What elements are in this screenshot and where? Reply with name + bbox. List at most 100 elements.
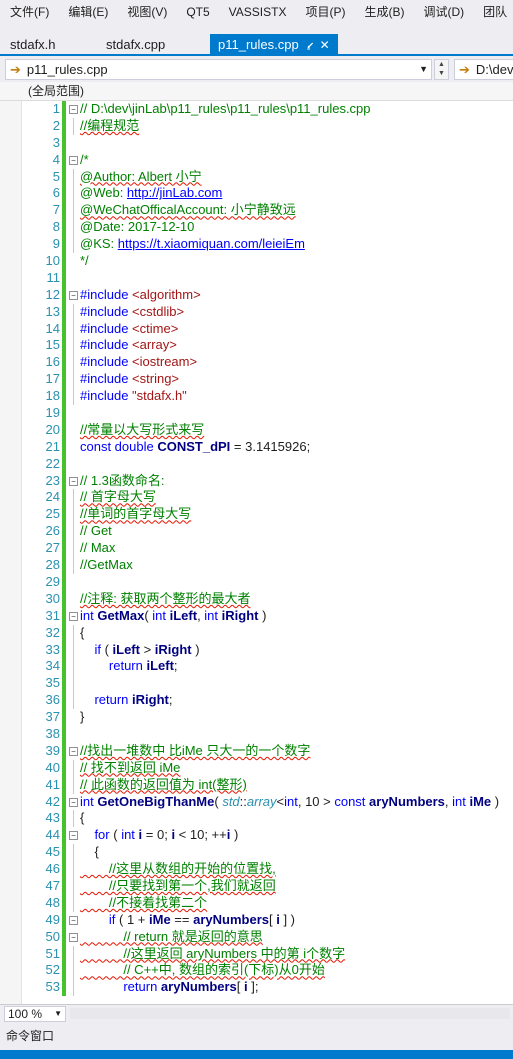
code-line[interactable]: 22 — [22, 455, 513, 473]
code-line[interactable]: 20 //常量以大写形式来写 — [22, 421, 513, 439]
scope-bar[interactable]: (全局范围) — [0, 82, 513, 101]
code-line[interactable]: 31− int GetMax( int iLeft, int iRight ) — [22, 607, 513, 625]
path-dropdown[interactable]: ➔ D:\dev — [454, 59, 513, 80]
outline-guide — [73, 962, 74, 980]
code-line[interactable]: 27 // Max — [22, 540, 513, 558]
code-line[interactable]: 10 */ — [22, 253, 513, 270]
code-line[interactable]: 41 // 此函数的返回值为 int(整形) — [22, 776, 513, 794]
code-line[interactable]: 40 // 找不到返回 iMe — [22, 759, 513, 777]
code-token: ) — [491, 793, 500, 809]
collapse-icon[interactable]: − — [69, 746, 78, 756]
collapse-icon[interactable]: − — [69, 831, 78, 841]
tab-stdafx-h[interactable]: stdafx.h — [2, 34, 64, 55]
code-line[interactable]: 16 #include <iostream> — [22, 354, 513, 372]
code-line[interactable]: 32 { — [22, 624, 513, 642]
code-line[interactable]: 9 @KS: https://t.xiaomiquan.com/leieiEm — [22, 236, 513, 254]
chevron-down-icon[interactable]: ▼ — [435, 69, 448, 78]
code-line[interactable]: 38 — [22, 725, 513, 743]
code-line[interactable]: 24 // 首字母大写 — [22, 489, 513, 507]
code-line[interactable]: 50− // return 就是返回的意思 — [22, 928, 513, 946]
menu-item[interactable]: QT5 — [176, 0, 218, 24]
code-line[interactable]: 29 — [22, 573, 513, 591]
code-line[interactable]: 49− if ( 1 + iMe == aryNumbers[ i ] ) — [22, 911, 513, 929]
menu-item[interactable]: VASSISTX — [219, 0, 296, 24]
code-line[interactable]: 26 // Get — [22, 523, 513, 541]
code-line[interactable]: 48 //不接着找第二个 — [22, 894, 513, 912]
link-token[interactable]: http://jinLab.com — [127, 185, 222, 200]
chevron-up-icon[interactable]: ▲ — [435, 60, 448, 69]
code-line[interactable]: 13 #include <cstdlib> — [22, 303, 513, 321]
collapse-icon[interactable]: − — [69, 915, 78, 925]
tab-stdafx-cpp[interactable]: stdafx.cpp — [98, 34, 173, 55]
link-token[interactable]: https://t.xiaomiquan.com/leieiEm — [118, 236, 305, 251]
code-line[interactable]: 47 //只要找到第一个,我们就返回 — [22, 877, 513, 895]
collapse-icon[interactable]: − — [69, 290, 78, 300]
menu-item[interactable]: 团队 — [473, 0, 513, 24]
code-token: #include — [80, 286, 133, 302]
collapse-icon[interactable]: − — [69, 476, 78, 486]
code-line[interactable]: 36 return iRight; — [22, 692, 513, 710]
code-line[interactable]: 43 { — [22, 810, 513, 828]
code-token: = 3.1415926; — [230, 438, 311, 454]
menu-item[interactable]: 生成(B) — [354, 0, 413, 24]
menu-item[interactable]: 调试(D) — [413, 0, 473, 24]
collapse-icon[interactable]: − — [69, 611, 78, 621]
spinner-buttons[interactable]: ▲ ▼ — [434, 59, 449, 80]
code-editor[interactable]: 1−// D:\dev\jinLab\p11_rules\p11_rules\p… — [0, 101, 513, 1004]
code-line[interactable]: 19 — [22, 405, 513, 422]
code-line[interactable]: 37} — [22, 709, 513, 726]
code-line[interactable]: 5 @Author: Albert 小宁 — [22, 168, 513, 186]
code-line[interactable]: 51 //这里返回 aryNumbers 中的第 i个数字 — [22, 945, 513, 963]
code-line[interactable]: 6 @Web: http://jinLab.com — [22, 185, 513, 203]
change-bar — [62, 793, 66, 811]
code-token: int — [152, 607, 170, 623]
code-text: @KS: https://t.xiaomiquan.com/leieiEm — [80, 236, 305, 253]
code-line[interactable]: 52 // C++中, 数组的索引(下标)从0开始 — [22, 962, 513, 980]
code-line[interactable]: 17 #include <string> — [22, 371, 513, 389]
code-text: { — [80, 625, 84, 642]
code-line[interactable]: 3 — [22, 134, 513, 152]
code-line[interactable]: 2 //编程规范 — [22, 117, 513, 135]
tab-p11-rules-cpp[interactable]: p11_rules.cpp ⭹ ✕ — [210, 34, 338, 55]
collapse-icon[interactable]: − — [69, 932, 78, 942]
code-line[interactable]: 39−//找出一堆数中 比iMe 只大一的一个数字 — [22, 742, 513, 760]
code-token: #include — [80, 303, 133, 319]
code-line[interactable]: 1−// D:\dev\jinLab\p11_rules\p11_rules\p… — [22, 101, 513, 118]
code-line[interactable]: 35 — [22, 675, 513, 693]
code-line[interactable]: 14 #include <ctime> — [22, 320, 513, 338]
collapse-icon[interactable]: − — [69, 105, 78, 114]
close-icon[interactable]: ✕ — [320, 38, 330, 52]
code-line[interactable]: 42− int GetOneBigThanMe( std::array<int, … — [22, 793, 513, 811]
menu-item[interactable]: 编辑(E) — [58, 0, 117, 24]
code-line[interactable]: 46 //这里从数组的开始的位置找, — [22, 861, 513, 878]
code-line[interactable]: 11 — [22, 269, 513, 287]
code-line[interactable]: 15 #include <array> — [22, 337, 513, 355]
code-line[interactable]: 34 return iLeft; — [22, 658, 513, 676]
menu-item[interactable]: 视图(V) — [117, 0, 176, 24]
code-line[interactable]: 8 @Date: 2017-12-10 — [22, 219, 513, 237]
code-line[interactable]: 23−// 1.3函数命名: — [22, 472, 513, 490]
code-line[interactable]: 45 { — [22, 844, 513, 862]
code-line[interactable]: 44− for ( int i = 0; i < 10; ++i ) — [22, 827, 513, 845]
code-line[interactable]: 12− #include <algorithm> — [22, 286, 513, 304]
horizontal-scrollbar[interactable] — [70, 1008, 510, 1019]
code-line[interactable]: 7 @WeChatOfficalAccount: 小宁静致远 — [22, 202, 513, 220]
menu-item[interactable]: 文件(F) — [0, 0, 58, 24]
code-line[interactable]: 25 //单词的首字母大写 — [22, 506, 513, 524]
file-dropdown[interactable]: ➔ p11_rules.cpp ▼ — [5, 59, 432, 80]
zoom-dropdown[interactable]: 100 % ▼ — [4, 1006, 66, 1022]
pin-icon[interactable]: ⭹ — [307, 40, 314, 52]
code-line[interactable]: 53 return aryNumbers[ i ]; — [22, 979, 513, 997]
collapse-icon[interactable]: − — [69, 155, 78, 165]
code-line[interactable]: 33 if ( iLeft > iRight ) — [22, 641, 513, 659]
code-line[interactable]: 18 #include "stdafx.h" — [22, 388, 513, 406]
code-line[interactable]: 28 //GetMax — [22, 557, 513, 574]
code-line[interactable]: 21 const double CONST_dPI = 3.1415926; — [22, 438, 513, 456]
command-window-tab[interactable]: 命令窗口 — [0, 1022, 513, 1050]
line-number: 26 — [45, 523, 60, 539]
code-line[interactable]: 4−/* — [22, 151, 513, 169]
code-text: // return 就是返回的意思 — [80, 929, 262, 946]
collapse-icon[interactable]: − — [69, 797, 78, 807]
code-line[interactable]: 30 //注释: 获取两个整形的最大者 — [22, 590, 513, 608]
menu-item[interactable]: 项目(P) — [295, 0, 354, 24]
